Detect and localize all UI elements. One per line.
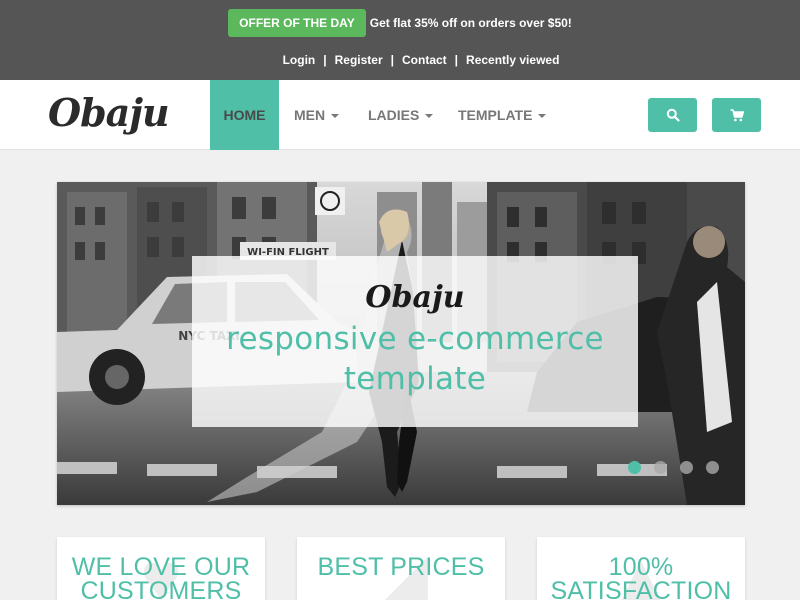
feature-box-customers: ♥ WE LOVE OUR CUSTOMERS (57, 537, 265, 600)
hero-caption: Obaju responsive e-commerce template (192, 256, 638, 427)
cart-icon (730, 108, 744, 121)
hero-tagline-line1: responsive e-commerce (226, 321, 604, 357)
link-separator: | (323, 53, 327, 67)
feature-title-line2: CUSTOMERS (80, 577, 242, 600)
feature-title-line1: WE LOVE OUR (71, 553, 251, 581)
feature-title: WE LOVE OUR CUSTOMERS (57, 555, 265, 600)
search-button[interactable] (648, 98, 697, 132)
slider-pagination (628, 461, 719, 474)
link-separator: | (390, 53, 394, 67)
recently-viewed-link[interactable]: Recently viewed (466, 53, 559, 67)
hero-brand-logo: Obaju (365, 280, 465, 315)
top-links: Login | Register | Contact | Recently viewed (0, 53, 800, 67)
slider-dot-1[interactable] (628, 461, 641, 474)
nav-item-label: TEMPLATE (458, 107, 533, 123)
nav-item-ladies[interactable]: LADIES (368, 80, 434, 150)
top-bar: OFFER OF THE DAY Get flat 35% off on ord… (0, 0, 800, 80)
nav-item-home[interactable]: HOME (210, 80, 279, 150)
register-link[interactable]: Register (335, 53, 383, 67)
feature-title-line1: BEST PRICES (317, 553, 485, 581)
feature-title-line1: 100% (608, 553, 674, 581)
caret-down-icon (331, 114, 340, 119)
hero-tagline-line2: template (343, 361, 487, 397)
contact-link[interactable]: Contact (402, 53, 447, 67)
brand-logo[interactable]: Obaju (48, 90, 170, 135)
offer-strip: OFFER OF THE DAY Get flat 35% off on ord… (0, 9, 800, 37)
hero-slider[interactable]: WI-FIN FLIGHT NYC TAXI Obaju responsive … (57, 182, 745, 505)
login-link[interactable]: Login (283, 53, 316, 67)
cart-button[interactable] (712, 98, 761, 132)
offer-text[interactable]: Get flat 35% off on orders over $50! (370, 16, 572, 30)
nav-item-label: MEN (294, 107, 326, 123)
hero-tagline: responsive e-commerce template (192, 319, 638, 399)
nav-item-template[interactable]: TEMPLATE (458, 80, 547, 150)
slider-dot-4[interactable] (706, 461, 719, 474)
offer-of-the-day-button[interactable]: OFFER OF THE DAY (228, 9, 366, 37)
navbar: Obaju HOME MEN LADIES TEMPLATE (0, 80, 800, 150)
feature-title: 100% SATISFACTION (537, 555, 745, 600)
caret-down-icon (425, 114, 434, 119)
feature-box-prices: ◢ BEST PRICES (297, 537, 505, 600)
caret-down-icon (538, 114, 547, 119)
search-icon (666, 108, 680, 122)
link-separator: | (454, 53, 459, 67)
nav-item-men[interactable]: MEN (294, 80, 340, 150)
feature-title-line2: SATISFACTION (550, 577, 732, 600)
nav-item-label: LADIES (368, 107, 420, 123)
feature-box-satisfaction: ▲ 100% SATISFACTION (537, 537, 745, 600)
slider-dot-3[interactable] (680, 461, 693, 474)
feature-title: BEST PRICES (297, 553, 505, 581)
slider-dot-2[interactable] (654, 461, 667, 474)
nav-item-label: HOME (223, 107, 266, 123)
